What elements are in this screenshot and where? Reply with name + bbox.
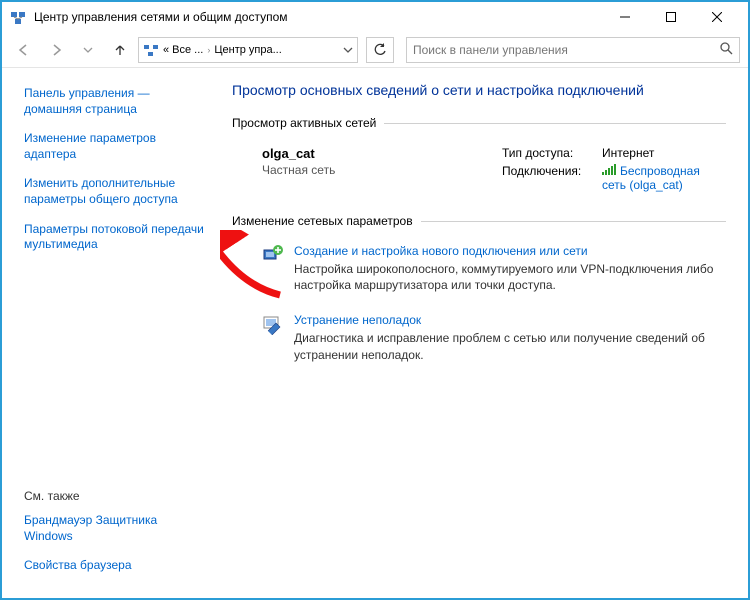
minimize-icon xyxy=(620,12,630,22)
minimize-button[interactable] xyxy=(602,2,648,32)
back-button[interactable] xyxy=(10,36,38,64)
action-new-connection-desc: Настройка широкополосного, коммутируемог… xyxy=(294,261,722,293)
network-details: Тип доступа: Интернет Подключения: Беспр… xyxy=(502,146,722,196)
action-troubleshoot: Устранение неполадок Диагностика и испра… xyxy=(232,305,726,374)
app-icon xyxy=(10,9,26,25)
sidebar-link-home[interactable]: Панель управления — домашняя страница xyxy=(24,86,206,117)
arrow-up-icon xyxy=(113,43,127,57)
sidebar: Панель управления — домашняя страница Из… xyxy=(2,68,220,598)
action-new-connection: Создание и настройка нового подключения … xyxy=(232,236,726,305)
active-networks-header: Просмотр активных сетей xyxy=(232,116,726,130)
see-also-heading: См. также xyxy=(24,489,206,503)
connections-label: Подключения: xyxy=(502,164,602,192)
sidebar-link-firewall[interactable]: Брандмауэр Защитника Windows xyxy=(24,513,206,544)
divider xyxy=(421,221,726,222)
action-troubleshoot-desc: Диагностика и исправление проблем с сеть… xyxy=(294,330,722,362)
sidebar-link-adapter-settings[interactable]: Изменение параметров адаптера xyxy=(24,131,206,162)
maximize-icon xyxy=(666,12,676,22)
up-button[interactable] xyxy=(106,36,134,64)
window-title: Центр управления сетями и общим доступом xyxy=(34,10,602,24)
network-icon xyxy=(143,42,159,58)
network-type: Частная сеть xyxy=(262,163,502,177)
forward-button[interactable] xyxy=(42,36,70,64)
breadcrumb-prefix: « Все ... xyxy=(163,44,203,56)
change-settings-header: Изменение сетевых параметров xyxy=(232,214,726,228)
chevron-down-icon[interactable] xyxy=(343,45,353,55)
maximize-button[interactable] xyxy=(648,2,694,32)
new-connection-icon xyxy=(262,244,284,266)
search-icon[interactable] xyxy=(719,41,733,58)
main-content: Просмотр основных сведений о сети и наст… xyxy=(220,68,748,598)
action-new-connection-title[interactable]: Создание и настройка нового подключения … xyxy=(294,244,722,258)
body: Панель управления — домашняя страница Из… xyxy=(2,68,748,598)
change-settings-label: Изменение сетевых параметров xyxy=(232,214,413,228)
chevron-down-icon xyxy=(83,45,93,55)
sidebar-link-media-streaming[interactable]: Параметры потоковой передачи мультимедиа xyxy=(24,222,206,253)
network-name: olga_cat xyxy=(262,146,502,161)
troubleshoot-icon xyxy=(262,313,284,335)
action-troubleshoot-title[interactable]: Устранение неполадок xyxy=(294,313,722,327)
connection-link[interactable]: Беспроводная сеть (olga_cat) xyxy=(602,164,700,192)
titlebar: Центр управления сетями и общим доступом xyxy=(2,2,748,32)
network-identity: olga_cat Частная сеть xyxy=(262,146,502,196)
arrow-right-icon xyxy=(49,43,63,57)
close-button[interactable] xyxy=(694,2,740,32)
chevron-right-icon: › xyxy=(207,45,210,55)
access-type-label: Тип доступа: xyxy=(502,146,602,160)
address-bar[interactable]: « Все ... › Центр упра... xyxy=(138,37,358,63)
wifi-signal-icon xyxy=(602,165,616,175)
access-type-value: Интернет xyxy=(602,146,722,160)
search-input[interactable] xyxy=(413,43,719,57)
toolbar: « Все ... › Центр упра... xyxy=(2,32,748,68)
refresh-icon xyxy=(373,43,387,57)
close-icon xyxy=(712,12,722,22)
page-title: Просмотр основных сведений о сети и наст… xyxy=(232,82,726,98)
sidebar-link-sharing-settings[interactable]: Изменить дополнительные параметры общего… xyxy=(24,176,206,207)
network-block: olga_cat Частная сеть Тип доступа: Интер… xyxy=(232,138,726,214)
active-networks-label: Просмотр активных сетей xyxy=(232,116,376,130)
search-box[interactable] xyxy=(406,37,740,63)
arrow-left-icon xyxy=(17,43,31,57)
breadcrumb-current: Центр упра... xyxy=(214,44,281,56)
sidebar-link-browser-properties[interactable]: Свойства браузера xyxy=(24,558,206,574)
window-controls xyxy=(602,2,740,32)
divider xyxy=(384,123,726,124)
refresh-button[interactable] xyxy=(366,37,394,63)
recent-dropdown[interactable] xyxy=(74,36,102,64)
